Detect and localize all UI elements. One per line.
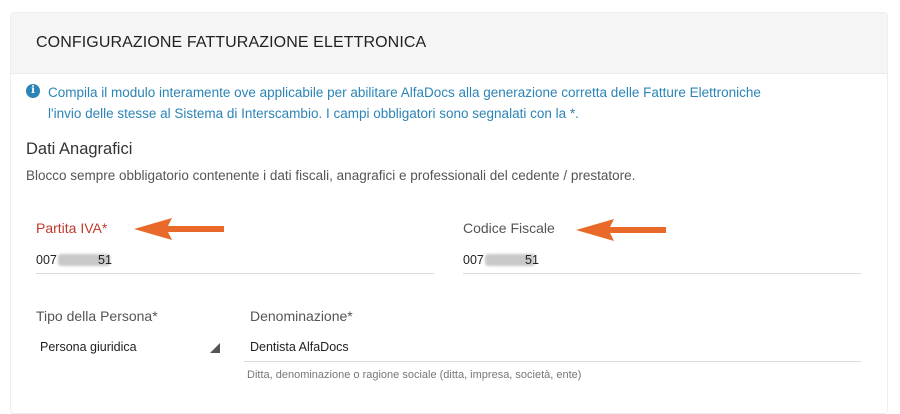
codice-fiscale-value-end: 51: [525, 253, 539, 267]
dropdown-caret-icon[interactable]: [210, 343, 220, 353]
arrow-annotation-codice-fiscale: [576, 219, 666, 241]
invoice-config-card: CONFIGURAZIONE FATTURAZIONE ELETTRONICA: [10, 12, 888, 414]
partita-iva-label: Partita IVA*: [36, 220, 108, 236]
card-header: CONFIGURAZIONE FATTURAZIONE ELETTRONICA: [11, 13, 887, 74]
info-message: i Compila il modulo interamente ove appl…: [26, 82, 866, 124]
denominazione-help-text: Ditta, denominazione o ragione sociale (…: [247, 369, 582, 381]
denominazione-underline: [244, 361, 861, 362]
arrow-annotation-partita-iva: [134, 218, 224, 240]
denominazione-label: Denominazione*: [250, 308, 353, 324]
partita-iva-input[interactable]: 007: [36, 253, 57, 267]
codice-fiscale-value-start: 007: [463, 253, 484, 267]
page-title: CONFIGURAZIONE FATTURAZIONE ELETTRONICA: [36, 34, 427, 51]
codice-fiscale-underline: [463, 273, 861, 274]
codice-fiscale-input[interactable]: 007: [463, 253, 484, 267]
tipo-persona-label: Tipo della Persona*: [36, 308, 158, 324]
codice-fiscale-label: Codice Fiscale: [463, 220, 555, 236]
info-icon: i: [26, 84, 40, 98]
section-description: Blocco sempre obbligatorio contenente i …: [26, 168, 636, 183]
info-line-2: l'invio delle stesse al Sistema di Inter…: [48, 106, 579, 121]
info-line-1: Compila il modulo interamente ove applic…: [48, 85, 761, 100]
partita-iva-value-start: 007: [36, 253, 57, 267]
denominazione-input[interactable]: Dentista AlfaDocs: [250, 340, 349, 354]
partita-iva-underline: [36, 273, 434, 274]
partita-iva-value-end: 51: [98, 253, 112, 267]
tipo-persona-select[interactable]: Persona giuridica: [40, 340, 137, 354]
section-title: Dati Anagrafici: [26, 140, 133, 158]
